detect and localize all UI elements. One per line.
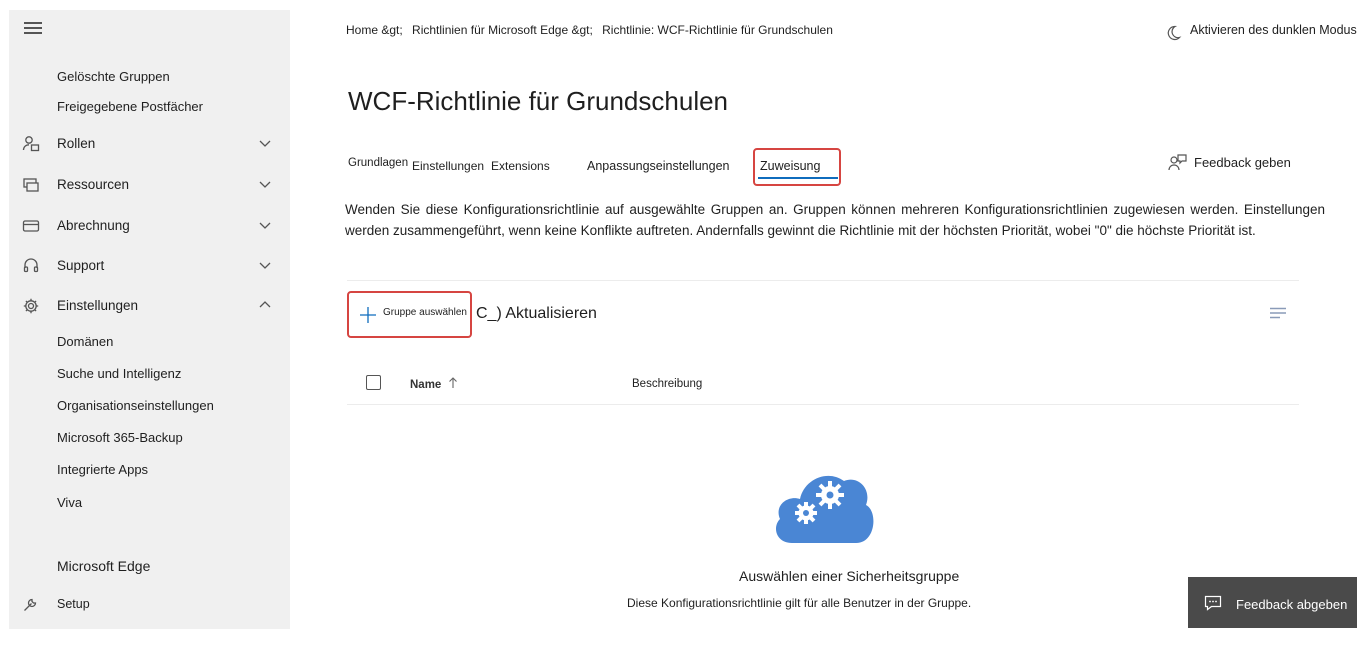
refresh-button[interactable]: C_) Aktualisieren bbox=[476, 305, 597, 323]
sidebar-item-shared-mailboxes[interactable]: Freigegebene Postfächer bbox=[57, 99, 203, 114]
tab-active-indicator bbox=[758, 177, 838, 179]
sidebar-item-microsoft-edge[interactable]: Microsoft Edge bbox=[57, 558, 150, 574]
sidebar: Gelöschte Gruppen Freigegebene Postfäche… bbox=[9, 10, 290, 629]
wrench-icon bbox=[24, 598, 37, 611]
chevron-up-icon bbox=[259, 301, 271, 308]
plus-icon bbox=[360, 307, 376, 323]
sort-ascending-icon bbox=[448, 377, 457, 388]
sidebar-item-org-settings[interactable]: Organisationseinstellungen bbox=[57, 398, 214, 413]
sidebar-item-backup[interactable]: Microsoft 365-Backup bbox=[57, 430, 183, 445]
gear-icon bbox=[23, 298, 39, 314]
sidebar-item-roles[interactable]: Rollen bbox=[9, 129, 290, 159]
moon-icon bbox=[1167, 25, 1182, 41]
empty-state-text: Diese Konfigurationsrichtlinie gilt für … bbox=[627, 596, 972, 610]
sidebar-item-search[interactable]: Suche und Intelligenz bbox=[57, 366, 181, 381]
sidebar-item-label: Ressourcen bbox=[57, 177, 130, 192]
column-name-label: Name bbox=[410, 379, 442, 391]
select-all-checkbox[interactable] bbox=[366, 375, 381, 390]
sidebar-item-viva[interactable]: Viva bbox=[57, 495, 82, 510]
sidebar-item-resources[interactable]: Ressourcen bbox=[9, 170, 290, 200]
list-options-icon[interactable] bbox=[1269, 307, 1287, 319]
dark-mode-label: Aktivieren des dunklen Modus bbox=[1190, 23, 1357, 37]
chevron-down-icon bbox=[259, 222, 271, 229]
divider bbox=[347, 404, 1299, 405]
sidebar-item-label: Einstellungen bbox=[57, 298, 139, 313]
sidebar-item-settings[interactable]: Einstellungen bbox=[9, 291, 290, 321]
divider bbox=[347, 280, 1299, 281]
feedback-label: Feedback geben bbox=[1194, 155, 1291, 170]
feedback-floating-button[interactable]: Feedback abgeben bbox=[1188, 577, 1357, 628]
chat-icon bbox=[1204, 595, 1222, 611]
resources-icon bbox=[23, 178, 39, 192]
breadcrumb-current: Richtlinie: WCF-Richtlinie für Grundschu… bbox=[602, 23, 833, 37]
tab-basics[interactable]: Grundlagen bbox=[348, 157, 408, 169]
tab-settings[interactable]: Einstellungen bbox=[412, 159, 484, 173]
cloud-gears-icon bbox=[776, 475, 874, 543]
roles-icon bbox=[22, 136, 40, 152]
sidebar-item-deleted-groups[interactable]: Gelöschte Gruppen bbox=[57, 69, 170, 84]
sidebar-item-label: Rollen bbox=[57, 136, 96, 151]
select-group-label: Gruppe auswählen bbox=[383, 307, 467, 318]
sidebar-item-domains[interactable]: Domänen bbox=[57, 334, 113, 349]
feedback-button[interactable]: Feedback geben bbox=[1168, 153, 1291, 173]
sidebar-item-setup[interactable]: Setup bbox=[9, 589, 290, 619]
chevron-down-icon bbox=[259, 262, 271, 269]
dark-mode-toggle[interactable]: Aktivieren des dunklen Modus bbox=[1164, 23, 1357, 41]
breadcrumb-edge-policies[interactable]: Richtlinien für Microsoft Edge &gt; bbox=[412, 23, 593, 37]
sidebar-item-integrated-apps[interactable]: Integrierte Apps bbox=[57, 462, 148, 477]
sidebar-item-label: Support bbox=[57, 258, 105, 273]
sidebar-item-label: Setup bbox=[57, 597, 90, 611]
sidebar-item-label: Abrechnung bbox=[57, 218, 130, 233]
tab-customization[interactable]: Anpassungseinstellungen bbox=[587, 159, 729, 173]
empty-state-title: Auswählen einer Sicherheitsgruppe bbox=[739, 568, 960, 584]
column-header-name[interactable]: Name bbox=[410, 377, 458, 391]
sidebar-item-billing[interactable]: Abrechnung bbox=[9, 211, 290, 241]
chevron-down-icon bbox=[259, 140, 271, 147]
feedback-person-icon bbox=[1168, 154, 1187, 171]
breadcrumb-home[interactable]: Home &gt; bbox=[346, 23, 403, 37]
headset-icon bbox=[23, 258, 39, 273]
page-title: WCF-Richtlinie für Grundschulen bbox=[348, 86, 729, 116]
chevron-down-icon bbox=[259, 181, 271, 188]
feedback-floating-label: Feedback abgeben bbox=[1236, 597, 1348, 612]
breadcrumb: Home &gt; Richtlinien für Microsoft Edge… bbox=[346, 23, 839, 37]
billing-icon bbox=[22, 220, 40, 232]
hamburger-icon[interactable] bbox=[24, 22, 42, 36]
assignment-description: Wenden Sie diese Konfigurationsrichtlini… bbox=[345, 202, 1325, 238]
tab-extensions[interactable]: Extensions bbox=[491, 159, 550, 173]
sidebar-item-support[interactable]: Support bbox=[9, 251, 290, 281]
tab-assignment[interactable]: Zuweisung bbox=[760, 159, 820, 173]
column-header-description[interactable]: Beschreibung bbox=[632, 378, 702, 390]
select-group-button[interactable]: Gruppe auswählen bbox=[347, 291, 472, 338]
